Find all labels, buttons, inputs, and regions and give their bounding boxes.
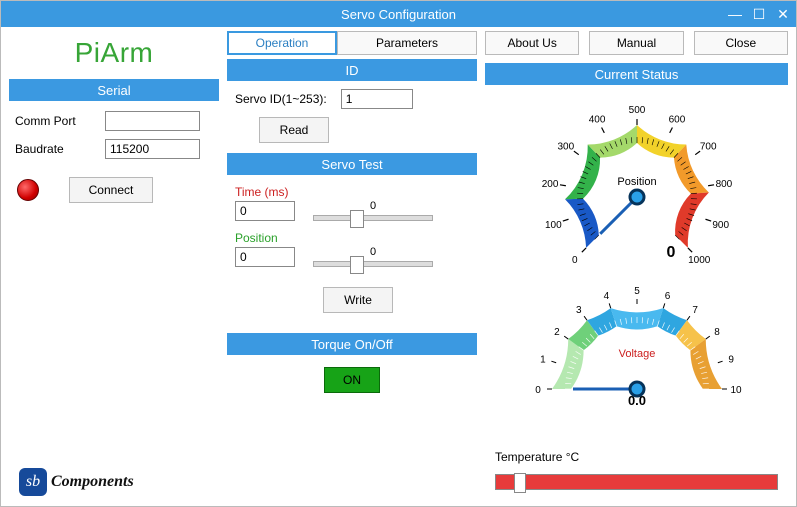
svg-text:7: 7 xyxy=(692,305,698,316)
svg-text:5: 5 xyxy=(634,286,640,297)
window-controls: — ☐ ✕ xyxy=(728,1,790,27)
right-tabs: About Us Manual Close xyxy=(485,31,788,55)
torque-header: Torque On/Off xyxy=(227,333,477,355)
tab-operation[interactable]: Operation xyxy=(227,31,337,55)
temperature-thumb-icon xyxy=(514,473,526,493)
time-slider[interactable]: 0 xyxy=(313,201,433,221)
voltage-gauge: 0 1 2 3 4 5 6 7 8 9 10 Voltage 0.0 xyxy=(507,277,767,407)
right-column: About Us Manual Close Current Status 010… xyxy=(485,31,788,500)
time-slider-value: 0 xyxy=(370,200,376,212)
servo-id-label: Servo ID(1~253): xyxy=(235,92,327,106)
tab-close[interactable]: Close xyxy=(694,31,788,55)
svg-text:200: 200 xyxy=(541,179,558,190)
content: PiArm Serial Comm Port Baudrate Connect … xyxy=(1,27,796,506)
svg-text:2: 2 xyxy=(554,327,560,338)
baudrate-row: Baudrate xyxy=(9,135,219,163)
id-header: ID xyxy=(227,59,477,81)
footer-logo: sb Components xyxy=(9,468,219,500)
connect-button[interactable]: Connect xyxy=(69,177,153,203)
svg-text:6: 6 xyxy=(664,291,670,302)
serial-header: Serial xyxy=(9,79,219,101)
comm-port-row: Comm Port xyxy=(9,107,219,135)
position-input[interactable] xyxy=(235,247,295,267)
tab-about[interactable]: About Us xyxy=(485,31,579,55)
temperature-label: Temperature °C xyxy=(485,450,788,464)
svg-text:900: 900 xyxy=(712,220,729,231)
app-window: Servo Configuration — ☐ ✕ PiArm Serial C… xyxy=(0,0,797,507)
servo-test-header: Servo Test xyxy=(227,153,477,175)
main-tabs: Operation Parameters xyxy=(227,31,477,55)
sb-logo-icon: sb xyxy=(19,468,47,496)
svg-text:4: 4 xyxy=(603,291,609,302)
maximize-icon[interactable]: ☐ xyxy=(752,6,766,23)
svg-text:3: 3 xyxy=(576,305,582,316)
close-icon[interactable]: ✕ xyxy=(776,6,790,23)
svg-text:700: 700 xyxy=(699,141,716,152)
svg-text:9: 9 xyxy=(728,354,734,365)
svg-text:100: 100 xyxy=(544,220,561,231)
servo-id-input[interactable] xyxy=(341,89,413,109)
svg-text:Voltage: Voltage xyxy=(618,348,655,360)
svg-text:300: 300 xyxy=(557,141,574,152)
svg-text:0: 0 xyxy=(535,385,541,396)
status-led-icon xyxy=(17,179,39,201)
titlebar: Servo Configuration — ☐ ✕ xyxy=(1,1,796,27)
time-label: Time (ms) xyxy=(227,181,477,201)
position-gauge: 0 100 200 300 400 500 600 700 800 900 1000 Position… xyxy=(507,97,767,277)
svg-text:0: 0 xyxy=(666,244,675,261)
svg-text:500: 500 xyxy=(628,105,645,116)
temperature-bar[interactable] xyxy=(495,474,778,490)
position-slider-value: 0 xyxy=(370,246,376,258)
tab-parameters[interactable]: Parameters xyxy=(337,31,477,55)
window-title: Servo Configuration xyxy=(1,7,796,22)
read-button[interactable]: Read xyxy=(259,117,329,143)
brand-logo: PiArm xyxy=(9,31,219,79)
middle-column: Operation Parameters ID Servo ID(1~253):… xyxy=(227,31,477,500)
svg-text:Position: Position xyxy=(617,176,656,188)
write-button[interactable]: Write xyxy=(323,287,393,313)
tab-manual[interactable]: Manual xyxy=(589,31,683,55)
sb-logo-text: Components xyxy=(51,473,134,491)
status-header: Current Status xyxy=(485,63,788,85)
svg-text:10: 10 xyxy=(730,385,742,396)
torque-toggle-button[interactable]: ON xyxy=(324,367,380,393)
baudrate-input[interactable] xyxy=(105,139,200,159)
minimize-icon[interactable]: — xyxy=(728,6,742,22)
baudrate-label: Baudrate xyxy=(15,142,105,156)
svg-text:400: 400 xyxy=(588,115,605,126)
connect-row: Connect xyxy=(9,163,219,217)
time-input[interactable] xyxy=(235,201,295,221)
servo-id-row: Servo ID(1~253): xyxy=(227,87,477,111)
comm-port-input[interactable] xyxy=(105,111,200,131)
gauges: 01002003004005006007008009001000Position… xyxy=(485,97,788,444)
svg-text:1000: 1000 xyxy=(688,255,711,266)
svg-text:800: 800 xyxy=(715,179,732,190)
position-slider[interactable]: 0 xyxy=(313,247,433,267)
position-label: Position xyxy=(227,227,477,247)
svg-text:8: 8 xyxy=(714,327,720,338)
svg-text:1: 1 xyxy=(540,354,546,365)
comm-port-label: Comm Port xyxy=(15,114,105,128)
left-column: PiArm Serial Comm Port Baudrate Connect … xyxy=(9,31,219,500)
svg-text:0.0: 0.0 xyxy=(627,393,645,407)
svg-text:600: 600 xyxy=(668,115,685,126)
svg-text:0: 0 xyxy=(571,255,577,266)
